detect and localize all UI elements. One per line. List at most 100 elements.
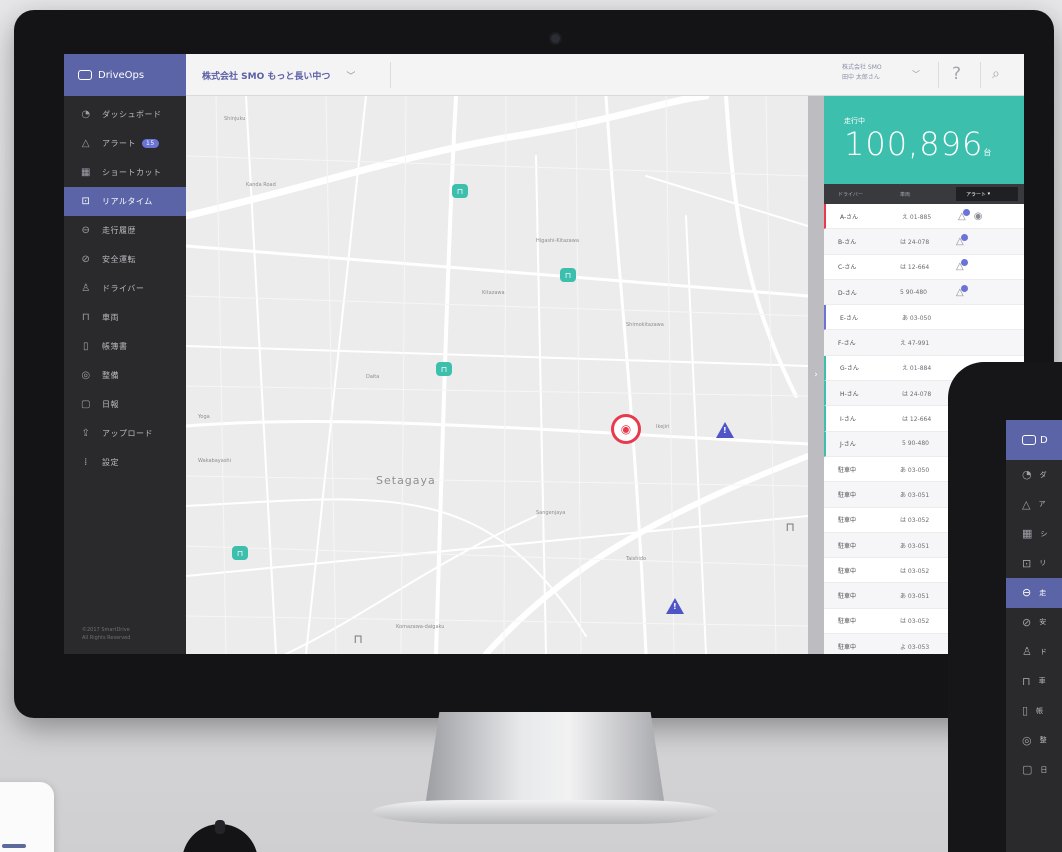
row-driver: 駐車中 <box>838 542 857 550</box>
user-name: 田中 太郎さん <box>842 74 880 81</box>
sidebar-item-realtime[interactable]: ⊡ リアルタイム <box>64 187 186 216</box>
column-header-driver[interactable]: ドライバー <box>824 191 900 198</box>
shortcut-icon: ▦ <box>81 167 91 178</box>
eye-alert-marker-icon[interactable]: ◉ <box>611 414 641 444</box>
sidebar-item-settings[interactable]: ⁞ 設定 <box>64 448 186 477</box>
row-driver: 駐車中 <box>838 618 857 626</box>
map-label: Higashi-Kitazawa <box>536 238 579 244</box>
app-logo[interactable]: DriveOps <box>64 54 186 96</box>
alert-badge <box>960 284 968 292</box>
sidebar-item-safety[interactable]: ⊘ 安全運転 <box>64 245 186 274</box>
row-plate: 5 90-480 <box>900 288 927 296</box>
map-label: Kitazawa <box>482 290 505 296</box>
car-marker[interactable]: ⊓ <box>436 362 452 376</box>
sidebar-item-maintenance[interactable]: ◎ 整備 <box>64 361 186 390</box>
monitor-stand <box>425 712 665 807</box>
realtime-icon: ⊡ <box>81 196 91 207</box>
sidebar-item-shortcut[interactable]: ▦ ショートカット <box>64 158 186 187</box>
logo-text: DriveOps <box>98 69 145 81</box>
column-header-alert[interactable]: アラート ▾ <box>956 187 1018 201</box>
tablet-device: D ◔ ダ △ ア ▦ シ ⊡ リ ⊖ 走 ⊘ 安 ♙ ド ⊓ 車 ▯ 帳 ◎ 整 ▢ 日 <box>948 362 1062 852</box>
tablet-item-dashboard[interactable]: ◔ ダ <box>1006 460 1062 490</box>
tablet-item-shortcut[interactable]: ▦ シ <box>1006 519 1062 549</box>
user-menu[interactable]: 株式会社 SMO 田中 太郎さん <box>842 63 882 83</box>
table-row[interactable]: E-さん あ 03-050 <box>824 305 1024 331</box>
history-icon: ⊖ <box>1022 586 1032 600</box>
sidebar-item-history[interactable]: ⊖ 走行履歴 <box>64 216 186 245</box>
tablet-item-label: ダ <box>1039 470 1047 479</box>
sidebar-item-daily-report[interactable]: ▢ 日報 <box>64 390 186 419</box>
tablet-item-driver[interactable]: ♙ ド <box>1006 637 1062 667</box>
column-header-vehicle[interactable]: 車両 <box>900 191 956 198</box>
phone-device <box>0 782 54 852</box>
help-icon[interactable]: ? <box>952 64 961 84</box>
report-icon: ▯ <box>82 341 89 352</box>
row-plate: え 47-991 <box>900 340 930 348</box>
map-district-label: Setagaya <box>376 474 436 487</box>
table-row[interactable]: A-さん え 01-885 △ ◉ <box>824 204 1024 230</box>
sidebar-item-upload[interactable]: ⇪ アップロード <box>64 419 186 448</box>
tablet-logo[interactable]: D <box>1006 420 1062 460</box>
chevron-down-icon[interactable]: ﹀ <box>912 69 920 80</box>
search-icon[interactable]: ⌕ <box>992 66 1000 82</box>
row-plate: え 01-884 <box>902 365 932 373</box>
map-label: Komazawa-daigaku <box>396 624 445 630</box>
car-marker[interactable]: ⊓ <box>452 184 468 198</box>
sidebar-item-vehicle[interactable]: ⊓ 車両 <box>64 303 186 332</box>
warning-marker-icon[interactable]: ! <box>716 422 734 438</box>
sidebar-item-driver[interactable]: ♙ ドライバー <box>64 274 186 303</box>
tablet-item-alert[interactable]: △ ア <box>1006 490 1062 520</box>
tablet-item-vehicle[interactable]: ⊓ 車 <box>1006 667 1062 697</box>
map-label: Wakabayashi <box>198 458 231 464</box>
tablet-item-history[interactable]: ⊖ 走 <box>1006 578 1062 608</box>
tablet-item-maintenance[interactable]: ◎ 整 <box>1006 726 1062 756</box>
table-row[interactable]: B-さん は 24-078 △ <box>824 229 1024 255</box>
warning-marker-icon[interactable]: ! <box>666 598 684 614</box>
row-alerts: △ <box>956 259 1018 272</box>
sidebar-item-label: 設定 <box>102 458 119 467</box>
upload-icon: ⇪ <box>81 428 91 439</box>
divider <box>390 62 391 88</box>
tablet-item-label: 走 <box>1039 588 1047 597</box>
car-marker[interactable]: ⊓ <box>560 268 576 282</box>
alert-badge <box>962 208 970 216</box>
row-alerts: △ ◉ <box>958 208 1020 222</box>
mouse-wheel <box>215 820 225 834</box>
tablet-item-label: シ <box>1040 529 1048 538</box>
map-view[interactable]: Shinjuku Kanda Road Higashi-Kitazawa Kit… <box>186 96 808 654</box>
eye-icon[interactable]: ◉ <box>974 211 983 222</box>
sidebar-item-label: 安全運転 <box>102 255 136 264</box>
tablet-item-realtime[interactable]: ⊡ リ <box>1006 549 1062 579</box>
company-selector[interactable]: 株式会社 SMO もっと長い中つ ﹀ <box>202 54 355 96</box>
table-row[interactable]: C-さん は 12-664 △ <box>824 255 1024 280</box>
camera-icon <box>551 34 560 43</box>
vehicle-icon: ⊓ <box>1022 674 1031 688</box>
tablet-item-daily-report[interactable]: ▢ 日 <box>1006 755 1062 785</box>
tablet-item-safety[interactable]: ⊘ 安 <box>1006 608 1062 638</box>
tablet-item-label: リ <box>1039 559 1047 568</box>
sidebar-item-label: アップロード <box>102 429 153 438</box>
parked-car-marker[interactable]: ⊓ <box>350 632 366 646</box>
maintenance-icon: ◎ <box>1022 733 1032 747</box>
sidebar-item-report[interactable]: ▯ 帳簿書 <box>64 332 186 361</box>
panel-toggle-chevron-right-icon[interactable]: › <box>808 96 824 654</box>
row-plate: あ 03-050 <box>902 314 932 322</box>
copyright-line: ©2017 SmartDrive <box>82 627 130 633</box>
table-row[interactable]: F-さん え 47-991 <box>824 330 1024 356</box>
sidebar-item-label: 走行履歴 <box>102 226 136 235</box>
table-row[interactable]: D-さん 5 90-480 △ <box>824 279 1024 306</box>
row-driver: C-さん <box>838 264 857 272</box>
status-count: 100,896 <box>844 125 984 163</box>
app-screen: DriveOps ◔ ダッシュボード △ アラート 15 ▦ ショートカット ⊡ リアルタ… <box>64 54 1024 654</box>
parked-car-marker[interactable]: ⊓ <box>782 520 798 534</box>
dashboard-icon: ◔ <box>81 109 91 120</box>
shortcut-icon: ▦ <box>1022 527 1033 541</box>
tablet-item-report[interactable]: ▯ 帳 <box>1006 696 1062 726</box>
map-label: Ikejiri <box>656 424 670 430</box>
sidebar-item-alert[interactable]: △ アラート 15 <box>64 129 186 158</box>
map-label: Kanda Road <box>246 182 276 188</box>
car-marker[interactable]: ⊓ <box>232 546 248 560</box>
map-label: Sangenjaya <box>536 510 566 516</box>
monitor-stand-base <box>372 800 717 824</box>
sidebar-item-dashboard[interactable]: ◔ ダッシュボード <box>64 100 186 129</box>
